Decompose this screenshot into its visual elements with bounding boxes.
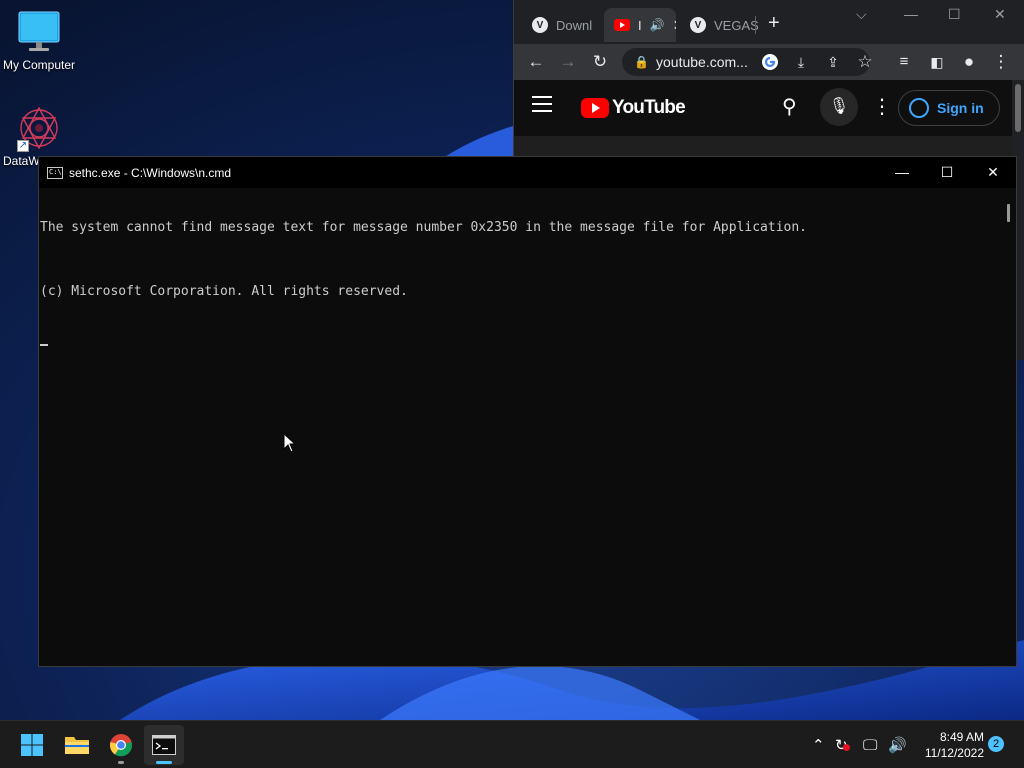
scroll-thumb[interactable]	[1007, 204, 1010, 222]
volume-icon[interactable]: 🔊	[888, 721, 907, 768]
youtube-play-icon	[581, 98, 609, 118]
cmd-line: The system cannot find message text for …	[40, 220, 808, 235]
tab-search-icon[interactable]: ⌵	[856, 6, 867, 23]
speaker-icon[interactable]: 🔊	[650, 18, 665, 32]
tab-label: VEGAS	[714, 17, 758, 33]
desktop-icon-label: My Computer	[2, 58, 76, 72]
tab-separator	[755, 16, 756, 34]
minimize-icon[interactable]: —	[879, 157, 925, 188]
share-icon[interactable]: ⇪	[821, 50, 845, 74]
browser-toolbar: ← → ↻ 🔒 youtube.com... ⤓ ⇪ ☆ ≡ ◧ ● ⋮	[514, 44, 1024, 80]
sign-in-button[interactable]: Sign in	[898, 90, 1000, 126]
profile-icon[interactable]: ●	[957, 50, 981, 74]
vegas-favicon-icon: V	[532, 17, 548, 33]
youtube-logo[interactable]: YouTube	[581, 97, 686, 119]
install-app-icon[interactable]: ⤓	[789, 50, 813, 74]
datawrapper-icon: ↗	[15, 104, 63, 152]
start-button[interactable]	[12, 725, 52, 765]
folder-icon	[65, 737, 89, 754]
vegas-favicon-icon: V	[690, 17, 706, 33]
maximize-icon[interactable]: ☐	[948, 6, 961, 23]
scroll-thumb[interactable]	[1015, 84, 1021, 132]
cmd-window[interactable]: C:\ sethc.exe - C:\Windows\n.cmd — ☐ ✕ T…	[38, 156, 1017, 667]
search-icon[interactable]: ⚲	[782, 94, 797, 119]
console-icon: C:\	[47, 166, 63, 179]
user-circle-icon	[909, 98, 929, 118]
close-tab-icon[interactable]: ✕	[673, 17, 676, 34]
reload-icon[interactable]: ↻	[588, 50, 612, 74]
clock[interactable]: 8:49 AM 11/12/2022	[914, 729, 984, 761]
close-icon[interactable]: ✕	[994, 6, 1006, 23]
notification-badge[interactable]: 2	[988, 736, 1004, 752]
tab-label: I	[638, 17, 642, 33]
maximize-icon[interactable]: ☐	[924, 157, 970, 188]
cmd-scrollbar[interactable]	[1001, 188, 1016, 666]
clock-time: 8:49 AM	[939, 730, 984, 744]
show-hidden-icons-icon[interactable]: ⌃	[812, 721, 825, 768]
clock-date: 11/12/2022	[924, 746, 984, 760]
mouse-pointer-icon	[283, 433, 297, 453]
file-explorer-button[interactable]	[57, 725, 97, 765]
hamburger-menu-icon[interactable]	[532, 96, 552, 112]
cmd-title: sethc.exe - C:\Windows\n.cmd	[69, 165, 232, 180]
new-tab-button[interactable]: +	[768, 12, 780, 35]
lock-icon: 🔒	[634, 55, 649, 69]
cmd-title-bar[interactable]: C:\ sethc.exe - C:\Windows\n.cmd — ☐ ✕	[39, 157, 1016, 188]
forward-icon[interactable]: →	[556, 50, 580, 74]
address-text: youtube.com...	[656, 54, 748, 70]
back-icon[interactable]: ←	[524, 50, 548, 74]
monitor-icon	[15, 8, 63, 56]
tab-strip: V Downl I 🔊 ✕ V VEGAS + ⌵ — ☐ ✕	[514, 0, 1024, 44]
tab-youtube[interactable]: I 🔊 ✕	[604, 8, 676, 42]
terminal-icon	[152, 735, 176, 755]
media-controls-icon[interactable]: ≡	[892, 50, 916, 74]
sync-icon[interactable]: ↻	[835, 721, 850, 768]
microphone-icon[interactable]: 🎙	[820, 88, 858, 126]
running-indicator	[118, 761, 124, 764]
bookmark-star-icon[interactable]: ☆	[853, 50, 877, 74]
google-lens-icon[interactable]	[758, 50, 782, 74]
settings-kebab-icon[interactable]: ⋮	[872, 94, 892, 119]
active-indicator	[156, 761, 172, 764]
windows-logo-icon	[21, 734, 43, 756]
terminal-button[interactable]	[144, 725, 184, 765]
cmd-line: (c) Microsoft Corporation. All rights re…	[40, 284, 408, 299]
chrome-icon	[109, 734, 133, 757]
taskbar: ⌃ ↻ 🖵 🔊 8:49 AM 11/12/2022	[0, 720, 1024, 768]
tab-downloads[interactable]: V Downl	[522, 8, 604, 42]
cmd-output[interactable]: The system cannot find message text for …	[39, 188, 1001, 666]
menu-kebab-icon[interactable]: ⋮	[989, 50, 1013, 74]
network-icon[interactable]: 🖵	[863, 721, 877, 768]
side-panel-icon[interactable]: ◧	[925, 50, 949, 74]
close-icon[interactable]: ✕	[970, 157, 1016, 188]
chrome-button[interactable]	[101, 725, 141, 765]
desktop-icon-my-computer[interactable]: My Computer	[0, 8, 78, 72]
text-cursor	[40, 344, 48, 346]
minimize-icon[interactable]: —	[904, 6, 918, 22]
tab-label: Downl	[556, 17, 593, 33]
tab-vegas[interactable]: V VEGAS	[680, 8, 758, 42]
youtube-favicon-icon	[614, 19, 630, 31]
desktop-icon-label: DataW	[3, 154, 40, 168]
shortcut-arrow-icon: ↗	[17, 140, 29, 152]
youtube-header: YouTube ⚲ 🎙 ⋮ Sign in	[514, 80, 1012, 136]
